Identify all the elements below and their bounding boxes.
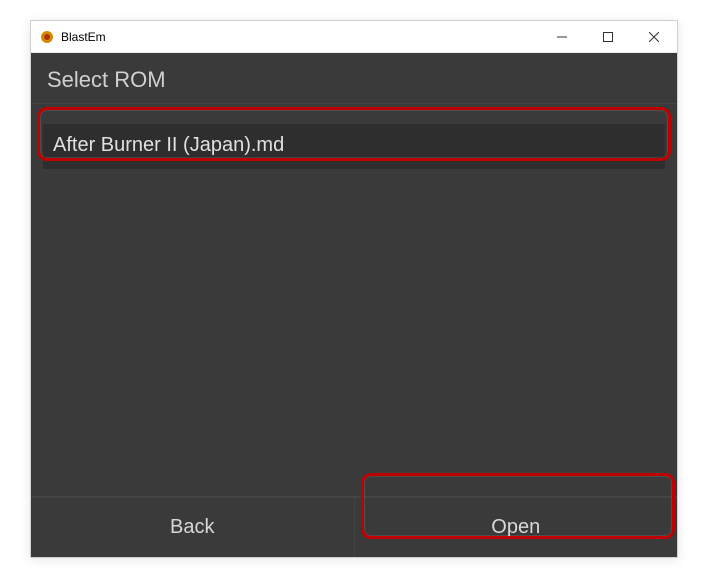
file-list-item[interactable]: After Burner II (Japan).md <box>43 124 665 169</box>
close-button[interactable] <box>631 21 677 52</box>
application-window: BlastEm Select ROM After Burner II (Japa… <box>30 20 678 558</box>
window-controls <box>539 21 677 52</box>
minimize-button[interactable] <box>539 21 585 52</box>
window-title: BlastEm <box>61 30 539 44</box>
maximize-button[interactable] <box>585 21 631 52</box>
titlebar: BlastEm <box>31 21 677 53</box>
client-area: Select ROM After Burner II (Japan).md Ba… <box>31 53 677 557</box>
file-list: After Burner II (Japan).md <box>31 104 677 496</box>
back-button[interactable]: Back <box>31 498 354 557</box>
page-title: Select ROM <box>31 53 677 103</box>
button-bar: Back Open <box>31 497 677 557</box>
open-button[interactable]: Open <box>354 498 678 557</box>
app-icon <box>39 29 55 45</box>
